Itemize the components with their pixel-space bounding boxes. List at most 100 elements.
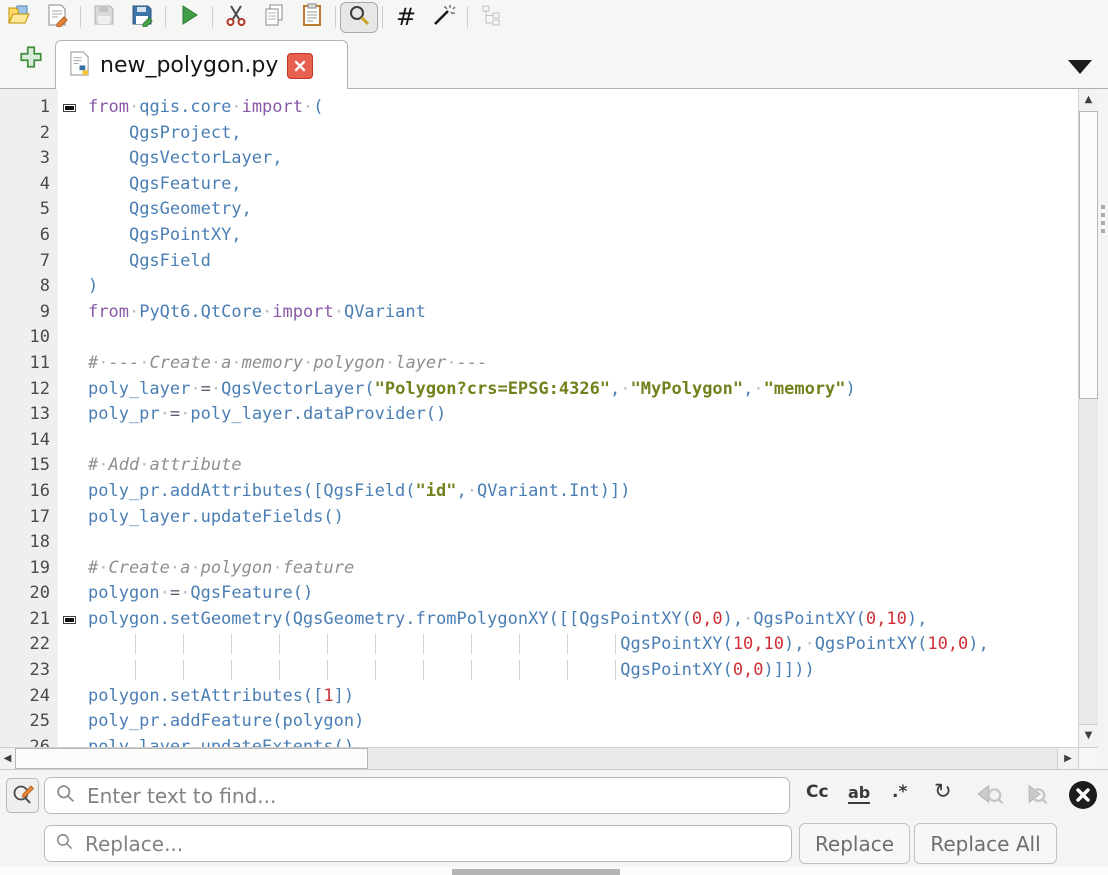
code-line[interactable]: 25poly_pr.addFeature(polygon)	[0, 709, 1078, 735]
code-line[interactable]: 3 QgsVectorLayer,	[0, 146, 1078, 172]
scroll-down-button[interactable]: ▼	[1079, 724, 1098, 747]
code-line[interactable]: 2 QgsProject,	[0, 121, 1078, 147]
format-code-button[interactable]	[425, 2, 463, 32]
match-case-toggle[interactable]: Cc	[806, 782, 829, 802]
code-line[interactable]: 23 QgsPointXY(0,0)]]))	[0, 658, 1078, 684]
fold-margin[interactable]	[58, 556, 84, 582]
replace-input-box	[44, 825, 792, 862]
fold-margin[interactable]	[58, 325, 84, 351]
scroll-right-button[interactable]: ▶	[1057, 748, 1078, 769]
vertical-scrollbar[interactable]: ▲ ▼	[1078, 89, 1098, 747]
find-input[interactable]	[85, 783, 779, 809]
code-line[interactable]: 16poly_pr.addAttributes([QgsField("id",·…	[0, 479, 1078, 505]
code-line[interactable]: 10	[0, 325, 1078, 351]
fold-margin[interactable]	[58, 197, 84, 223]
copy-button[interactable]	[255, 2, 293, 32]
code-line[interactable]: 20polygon·=·QgsFeature()	[0, 581, 1078, 607]
toolbar-separator	[80, 6, 81, 28]
fold-margin[interactable]	[58, 402, 84, 428]
cut-button[interactable]	[217, 2, 255, 32]
code-line[interactable]: 21polygon.setGeometry(QgsGeometry.fromPo…	[0, 607, 1078, 633]
fold-margin[interactable]	[58, 607, 84, 633]
code-lines[interactable]: 1from·qgis.core·import·(2 QgsProject,3 Q…	[0, 89, 1078, 747]
code-line[interactable]: 5 QgsGeometry,	[0, 197, 1078, 223]
new-script-button[interactable]	[38, 2, 76, 32]
fold-margin[interactable]	[58, 709, 84, 735]
find-button[interactable]	[340, 2, 378, 33]
fold-margin[interactable]	[58, 249, 84, 275]
fold-margin[interactable]	[58, 351, 84, 377]
replace-all-button[interactable]: Replace All	[914, 823, 1057, 864]
line-number: 10	[0, 325, 58, 351]
code-line[interactable]: 6 QgsPointXY,	[0, 223, 1078, 249]
replace-input[interactable]	[83, 831, 781, 857]
close-tab-button[interactable]	[287, 53, 313, 79]
save-as-button[interactable]	[123, 2, 161, 32]
toggle-comment-button[interactable]: #	[387, 2, 425, 32]
code-line[interactable]: 1from·qgis.core·import·(	[0, 95, 1078, 121]
fold-margin[interactable]	[58, 300, 84, 326]
run-script-button[interactable]	[170, 2, 208, 32]
find-next-button[interactable]	[1020, 780, 1050, 812]
horizontal-scrollbar[interactable]: ◀ ▶	[0, 747, 1078, 769]
fold-margin[interactable]	[58, 146, 84, 172]
fold-margin[interactable]	[58, 505, 84, 531]
code-line[interactable]: 11#·---·Create·a·memory·polygon·layer·--…	[0, 351, 1078, 377]
code-line[interactable]: 19#·Create·a·polygon·feature	[0, 556, 1078, 582]
code-line[interactable]: 18	[0, 530, 1078, 556]
fold-margin[interactable]	[58, 95, 84, 121]
fold-marker-icon[interactable]	[63, 616, 76, 624]
code-text: polygon.setGeometry(QgsGeometry.fromPoly…	[84, 607, 1078, 633]
fold-margin[interactable]	[58, 274, 84, 300]
wrap-around-toggle[interactable]: ↻	[934, 779, 952, 803]
scroll-left-button[interactable]: ◀	[0, 748, 16, 769]
code-line[interactable]: 4 QgsFeature,	[0, 172, 1078, 198]
code-line[interactable]: 14	[0, 428, 1078, 454]
vertical-scrollbar-thumb[interactable]	[1079, 111, 1098, 399]
code-line[interactable]: 22 QgsPointXY(10,10),·QgsPointXY(10,0),	[0, 632, 1078, 658]
fold-margin[interactable]	[58, 658, 84, 684]
class-browser-button[interactable]	[472, 2, 510, 32]
scroll-up-button[interactable]: ▲	[1079, 89, 1098, 112]
fold-margin[interactable]	[58, 479, 84, 505]
tab-new-polygon[interactable]: new_polygon.py	[55, 40, 348, 90]
open-script-button[interactable]	[0, 2, 38, 32]
fold-margin[interactable]	[58, 632, 84, 658]
code-line[interactable]: 15#·Add·attribute	[0, 453, 1078, 479]
fold-margin[interactable]	[58, 581, 84, 607]
regex-toggle[interactable]: .*	[892, 782, 907, 802]
panel-splitter[interactable]	[1098, 89, 1108, 769]
fold-margin[interactable]	[58, 428, 84, 454]
fold-marker-icon[interactable]	[63, 104, 76, 112]
paste-icon	[300, 3, 324, 31]
code-line[interactable]: 24polygon.setAttributes([1])	[0, 684, 1078, 710]
save-button[interactable]	[85, 2, 123, 32]
fold-margin[interactable]	[58, 453, 84, 479]
horizontal-scrollbar-thumb[interactable]	[15, 748, 368, 769]
line-number: 4	[0, 172, 58, 198]
close-icon	[1068, 780, 1098, 810]
code-line[interactable]: 12poly_layer·=·QgsVectorLayer("Polygon?c…	[0, 377, 1078, 403]
fold-margin[interactable]	[58, 735, 84, 747]
fold-margin[interactable]	[58, 684, 84, 710]
find-replace-toggle-button[interactable]	[6, 778, 39, 813]
fold-margin[interactable]	[58, 223, 84, 249]
fold-margin[interactable]	[58, 377, 84, 403]
add-tab-button[interactable]	[16, 44, 46, 74]
close-find-bar-button[interactable]	[1068, 780, 1098, 814]
code-line[interactable]: 9from·PyQt6.QtCore·import·QVariant	[0, 300, 1078, 326]
replace-button[interactable]: Replace	[799, 823, 910, 864]
fold-margin[interactable]	[58, 121, 84, 147]
find-previous-button[interactable]	[976, 780, 1006, 812]
tab-list-dropdown[interactable]	[1068, 60, 1092, 74]
window-hscrollbar-thumb[interactable]	[452, 869, 620, 875]
fold-margin[interactable]	[58, 530, 84, 556]
code-line[interactable]: 17poly_layer.updateFields()	[0, 505, 1078, 531]
code-line[interactable]: 13poly_pr·=·poly_layer.dataProvider()	[0, 402, 1078, 428]
fold-margin[interactable]	[58, 172, 84, 198]
code-line[interactable]: 7 QgsField	[0, 249, 1078, 275]
code-line[interactable]: 26poly_layer.updateExtents()	[0, 735, 1078, 747]
paste-button[interactable]	[293, 2, 331, 32]
code-line[interactable]: 8)	[0, 274, 1078, 300]
whole-word-toggle[interactable]: ab	[848, 783, 870, 804]
